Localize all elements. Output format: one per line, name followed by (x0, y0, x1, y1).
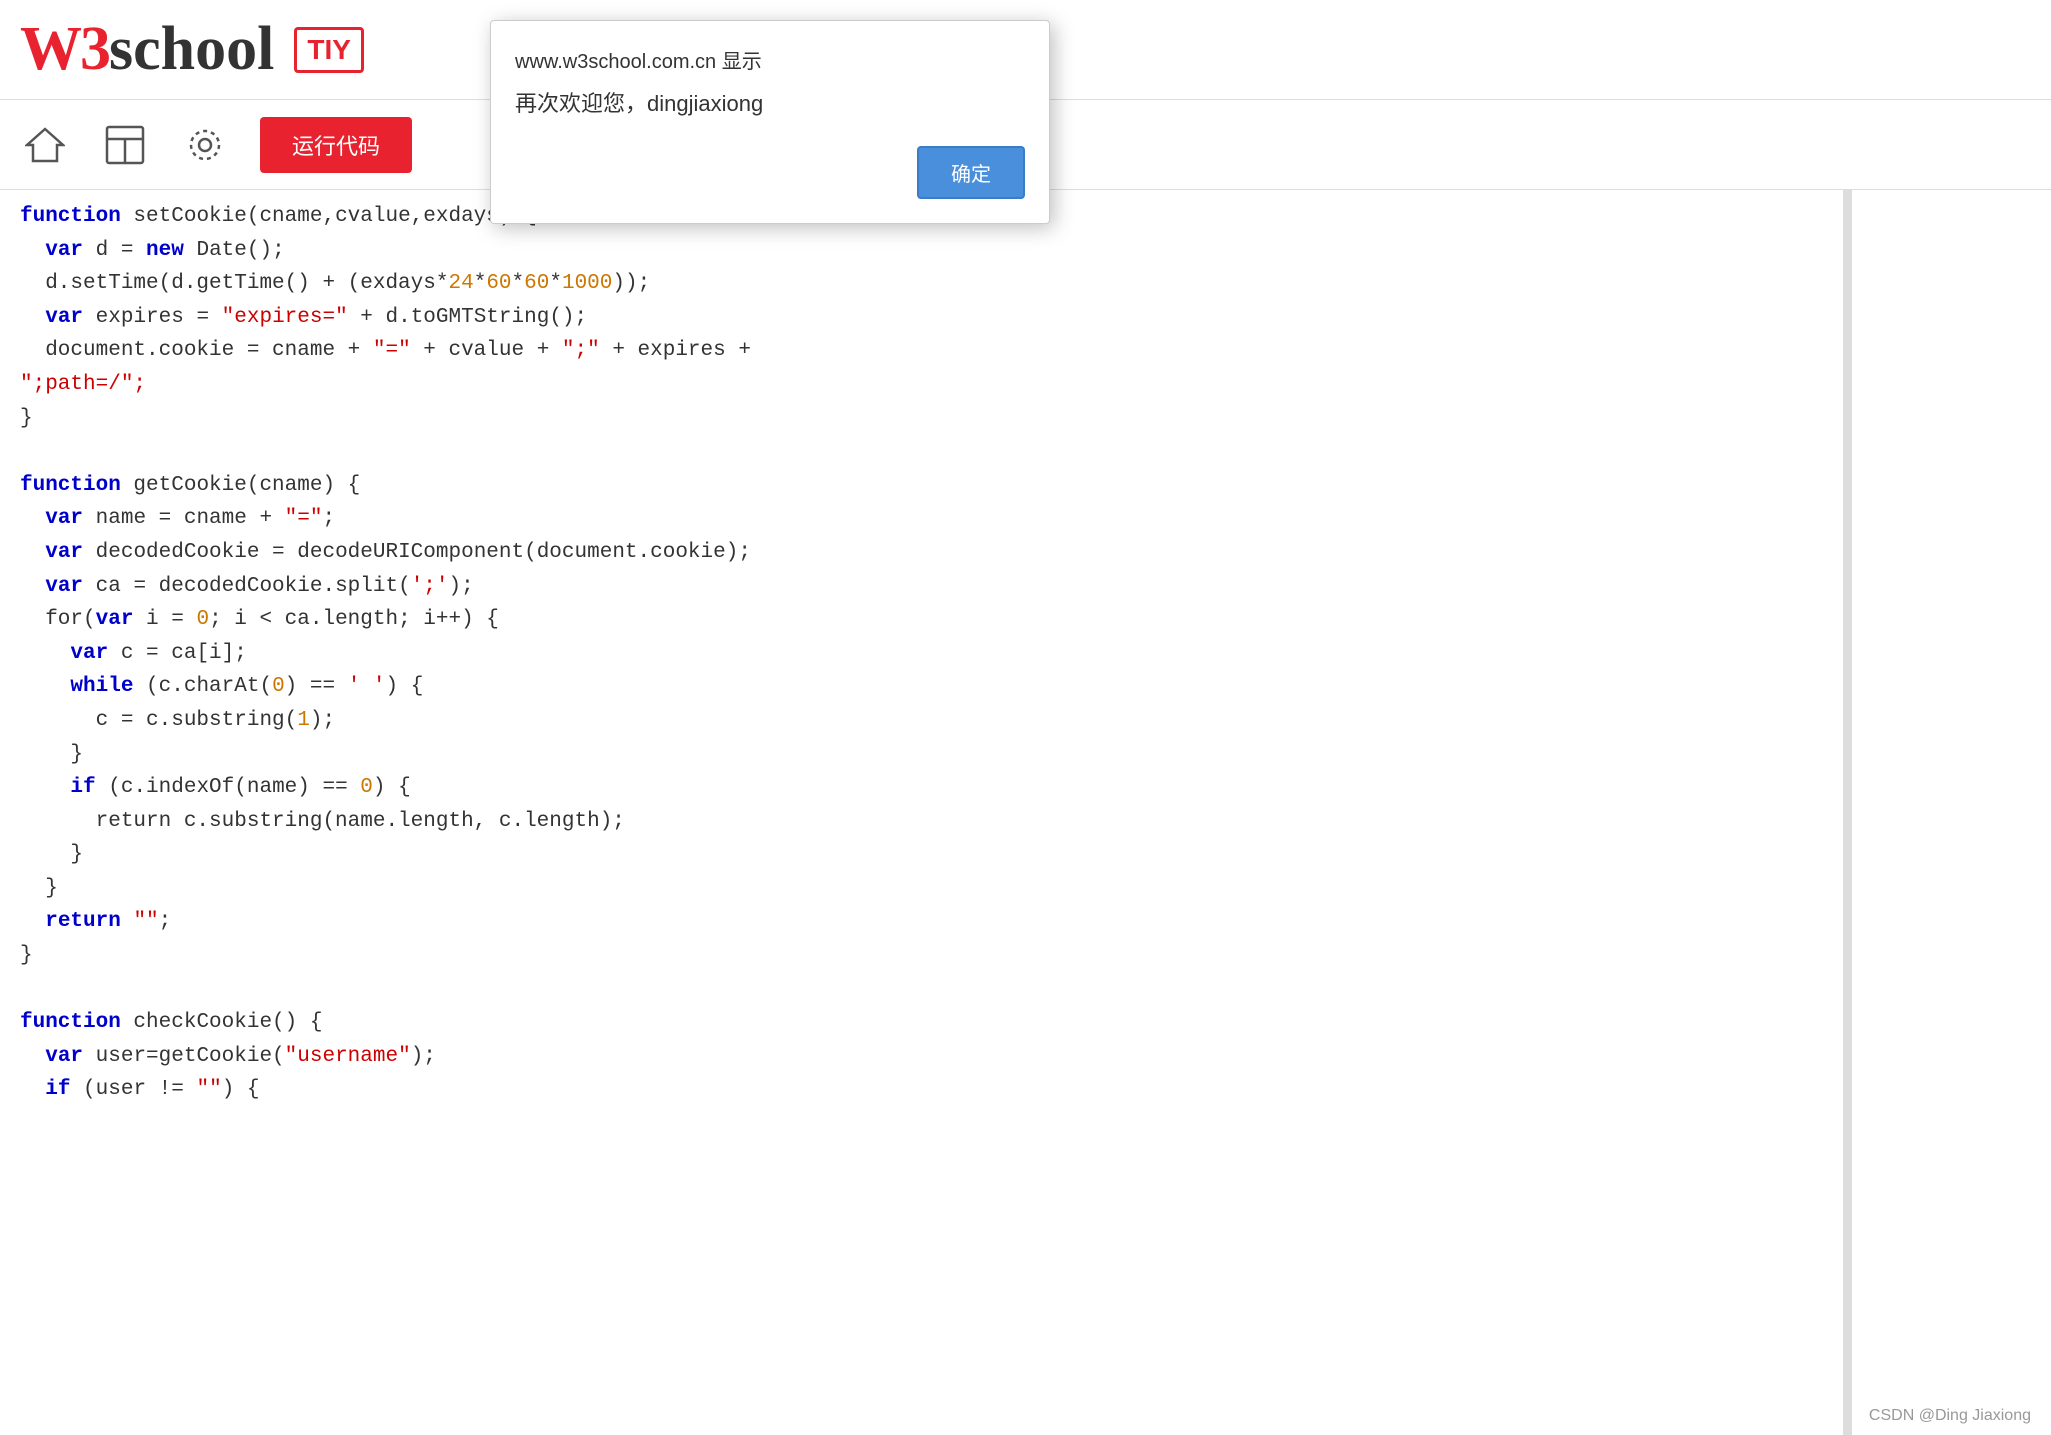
layout-button[interactable] (100, 120, 150, 170)
code-line: } (0, 738, 1843, 772)
settings-button[interactable] (180, 120, 230, 170)
preview-panel (1851, 190, 2051, 1435)
tiy-badge: TIY (294, 27, 364, 73)
code-line: } (0, 402, 1843, 436)
code-line: return c.substring(name.length, c.length… (0, 805, 1843, 839)
code-line: d.setTime(d.getTime() + (exdays*24*60*60… (0, 267, 1843, 301)
logo-w3: W3 (20, 14, 109, 85)
settings-icon (185, 125, 225, 165)
code-line (0, 435, 1843, 469)
code-line: if (user != "") { (0, 1073, 1843, 1107)
code-line: for(var i = 0; i < ca.length; i++) { (0, 603, 1843, 637)
code-line: c = c.substring(1); (0, 704, 1843, 738)
editor-container: </span>function setCookie(cname,cvalue,e… (0, 190, 2051, 1435)
code-line: function getCookie(cname) { (0, 469, 1843, 503)
dialog-site: www.w3school.com.cn 显示 (515, 45, 1025, 74)
code-line: var c = ca[i]; (0, 637, 1843, 671)
code-line: var decodedCookie = decodeURIComponent(d… (0, 536, 1843, 570)
dialog-box: www.w3school.com.cn 显示 再次欢迎您，dingjiaxion… (490, 20, 1050, 224)
code-line: document.cookie = cname + "=" + cvalue +… (0, 334, 1843, 368)
layout-icon (105, 125, 145, 165)
code-line: while (c.charAt(0) == ' ') { (0, 670, 1843, 704)
dialog-footer: 确定 (515, 146, 1025, 199)
run-button[interactable]: 运行代码 (260, 117, 412, 173)
code-line (0, 973, 1843, 1007)
code-line: var ca = decodedCookie.split(';'); (0, 570, 1843, 604)
watermark: CSDN @Ding Jiaxiong (1869, 1407, 2031, 1425)
code-line: return ""; (0, 905, 1843, 939)
code-line: } (0, 872, 1843, 906)
home-icon (25, 125, 65, 165)
code-line: var user=getCookie("username"); (0, 1040, 1843, 1074)
logo-school: school (109, 14, 274, 85)
code-line: ";path=/"; (0, 368, 1843, 402)
code-line: var expires = "expires=" + d.toGMTString… (0, 301, 1843, 335)
code-line: var name = cname + "="; (0, 502, 1843, 536)
dialog-ok-button[interactable]: 确定 (917, 146, 1025, 199)
code-line: var d = new Date(); (0, 234, 1843, 268)
code-panel[interactable]: </span>function setCookie(cname,cvalue,e… (0, 190, 1843, 1435)
dialog-message: 再次欢迎您，dingjiaxiong (515, 86, 1025, 118)
editor-divider[interactable] (1843, 190, 1851, 1435)
code-line: } (0, 838, 1843, 872)
code-line: function checkCookie() { (0, 1006, 1843, 1040)
home-button[interactable] (20, 120, 70, 170)
code-line: if (c.indexOf(name) == 0) { (0, 771, 1843, 805)
code-line: } (0, 939, 1843, 973)
